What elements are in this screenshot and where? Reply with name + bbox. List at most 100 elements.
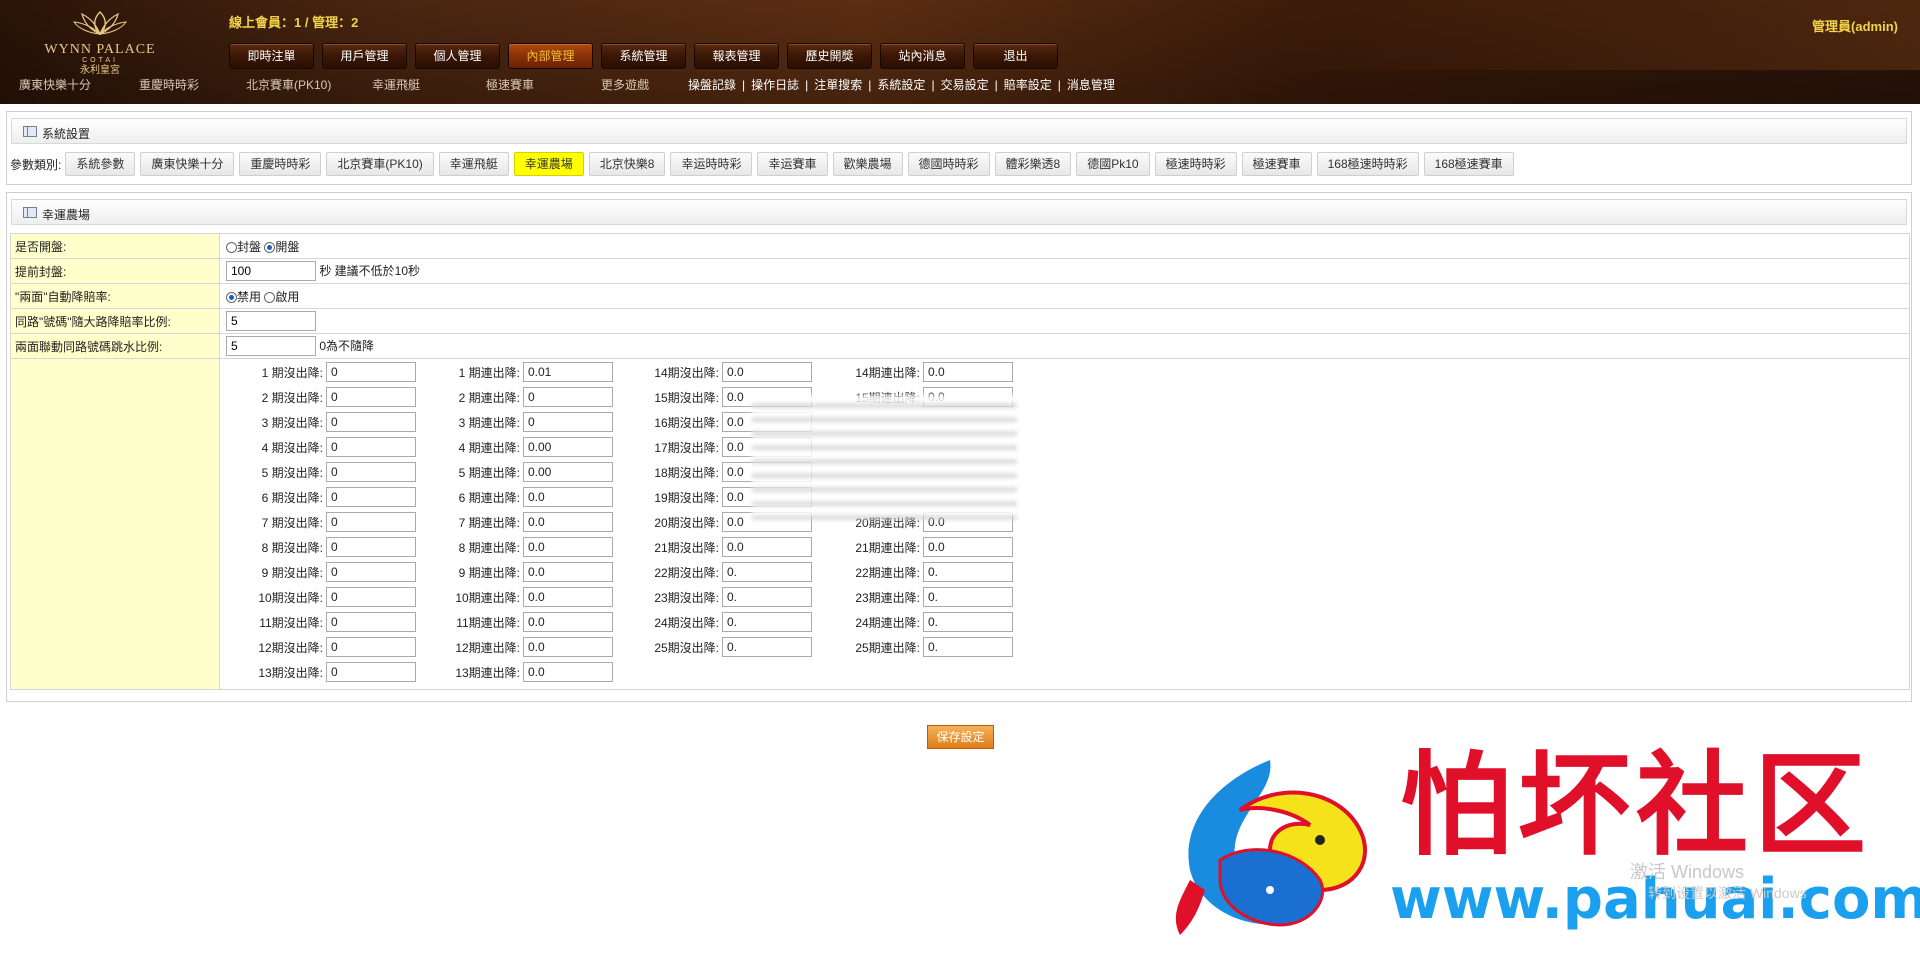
period-field-input[interactable]: 0.0 <box>523 637 613 657</box>
game-link-bj-pk10[interactable]: 北京賽車(PK10) <box>246 76 331 93</box>
period-field: 13期連出降: 0.0 <box>450 661 613 683</box>
period-field-input[interactable]: 0.0 <box>523 487 613 507</box>
param-button[interactable]: 幸運飛艇 <box>438 152 509 176</box>
period-field-input[interactable]: 0 <box>523 387 613 407</box>
period-field-input[interactable]: 0. <box>722 587 812 607</box>
period-field-input[interactable]: 0. <box>722 612 812 632</box>
param-button[interactable]: 廣東快樂十分 <box>140 152 235 176</box>
param-button-active[interactable]: 幸運農場 <box>513 152 584 176</box>
period-field-input[interactable]: 0. <box>722 562 812 582</box>
period-field-input[interactable]: 0.0 <box>523 587 613 607</box>
period-field-input[interactable]: 0 <box>326 612 416 632</box>
radio-disable[interactable] <box>226 291 237 303</box>
link-bet-search[interactable]: 注單搜索 <box>814 78 862 92</box>
nav-system-management[interactable]: 系統管理 <box>601 43 686 69</box>
param-button[interactable]: 德國Pk10 <box>1076 152 1150 176</box>
period-field-input[interactable]: 0.0 <box>722 537 812 557</box>
period-field-label: 9 期連出降: <box>458 565 520 580</box>
param-button[interactable]: 體彩樂透8 <box>994 152 1072 176</box>
period-field-input[interactable]: 0 <box>326 487 416 507</box>
fish-logo-icon <box>1175 760 1367 935</box>
period-field-label: 15期沒出降: <box>654 390 719 405</box>
period-field-input[interactable]: 0.0 <box>523 612 613 632</box>
param-button[interactable]: 重慶時時彩 <box>239 152 322 176</box>
period-field-input[interactable]: 0 <box>326 462 416 482</box>
linked-input[interactable] <box>226 336 316 356</box>
param-button[interactable]: 德國時時彩 <box>907 152 990 176</box>
early-close-label: 提前封盤: <box>10 258 220 284</box>
period-field: 2 期連出降: 0 <box>450 386 613 408</box>
param-button[interactable]: 168極速賽車 <box>1423 152 1514 176</box>
nav-draw-history[interactable]: 歷史開獎 <box>787 43 872 69</box>
period-field: 25期沒出降: 0. <box>649 636 812 658</box>
nav-logout[interactable]: 退出 <box>973 43 1058 69</box>
period-field-input[interactable]: 0 <box>326 362 416 382</box>
nav-report-management[interactable]: 報表管理 <box>694 43 779 69</box>
period-field-label: 21期沒出降: <box>654 540 719 555</box>
period-field-input[interactable]: 0.0 <box>523 662 613 682</box>
period-field: 1 期連出降: 0.01 <box>450 361 613 383</box>
period-field-input[interactable]: 0. <box>923 587 1013 607</box>
game-link-lucky-boat[interactable]: 幸運飛艇 <box>372 76 420 93</box>
nav-site-messages[interactable]: 站內消息 <box>880 43 965 69</box>
link-operation-log[interactable]: 操作日誌 <box>751 78 799 92</box>
nav-personal-management[interactable]: 個人管理 <box>415 43 500 69</box>
nav-live-bets[interactable]: 即時注單 <box>229 43 314 69</box>
period-field-input[interactable]: 0 <box>326 637 416 657</box>
period-field-input[interactable]: 0.0 <box>523 562 613 582</box>
period-field-input[interactable]: 0. <box>923 637 1013 657</box>
param-button[interactable]: 系統參數 <box>65 152 136 176</box>
period-field-input[interactable]: 0.01 <box>523 362 613 382</box>
period-field-label: 10期沒出降: <box>258 590 323 605</box>
period-field-input[interactable]: 0. <box>722 637 812 657</box>
period-field: 7 期沒出降: 0 <box>253 511 416 533</box>
period-field-label: 8 期連出降: <box>458 540 520 555</box>
param-button[interactable]: 極速賽車 <box>1241 152 1312 176</box>
period-field-input[interactable]: 0.0 <box>523 537 613 557</box>
period-field-input[interactable]: 0 <box>523 412 613 432</box>
game-link-cq-ssc[interactable]: 重慶時時彩 <box>139 76 199 93</box>
period-field-input[interactable]: 0 <box>326 412 416 432</box>
admin-user-label[interactable]: 管理員(admin) <box>1812 16 1898 35</box>
link-system-settings[interactable]: 系統設定 <box>877 78 925 92</box>
period-field-label: 22期沒出降: <box>654 565 719 580</box>
link-odds-settings[interactable]: 賠率設定 <box>1004 78 1052 92</box>
period-field-input[interactable]: 0.0 <box>523 512 613 532</box>
radio-open[interactable] <box>264 241 276 253</box>
period-field-input[interactable]: 0.00 <box>523 437 613 457</box>
game-link-more-games[interactable]: 更多遊戲 <box>601 76 649 93</box>
period-field-input[interactable]: 0 <box>326 387 416 407</box>
game-link-gd-klsf[interactable]: 廣東快樂十分 <box>19 76 91 93</box>
period-field-input[interactable]: 0.00 <box>523 462 613 482</box>
param-button[interactable]: 北京賽車(PK10) <box>326 152 434 176</box>
period-field-input[interactable]: 0.0 <box>722 362 812 382</box>
period-field-input[interactable]: 0. <box>923 562 1013 582</box>
period-field-input[interactable]: 0 <box>326 662 416 682</box>
period-field-input[interactable]: 0 <box>326 587 416 607</box>
ratio-input[interactable] <box>226 311 316 331</box>
param-button[interactable]: 幸运時時彩 <box>670 152 753 176</box>
period-field-input[interactable]: 0 <box>326 512 416 532</box>
param-button[interactable]: 168極速時時彩 <box>1316 152 1419 176</box>
radio-enable[interactable] <box>264 291 276 303</box>
game-link-speed-race[interactable]: 極速賽車 <box>486 76 534 93</box>
early-close-input[interactable] <box>226 261 316 281</box>
link-message-management[interactable]: 消息管理 <box>1067 78 1115 92</box>
link-operation-records[interactable]: 操盤記錄 <box>688 78 736 92</box>
param-button[interactable]: 極速時時彩 <box>1154 152 1237 176</box>
period-field-input[interactable]: 0.0 <box>923 362 1013 382</box>
param-button[interactable]: 北京快樂8 <box>588 152 666 176</box>
period-field-input[interactable]: 0 <box>326 537 416 557</box>
windows-activation-hint: 转到设置以激活 Windows <box>1648 885 1807 901</box>
radio-closed[interactable] <box>226 241 237 253</box>
save-settings-button[interactable]: 保存設定 <box>927 725 994 749</box>
period-field-input[interactable]: 0 <box>326 437 416 457</box>
period-field-input[interactable]: 0.0 <box>923 537 1013 557</box>
link-trade-settings[interactable]: 交易設定 <box>941 78 989 92</box>
period-field-input[interactable]: 0 <box>326 562 416 582</box>
nav-internal-management[interactable]: 內部管理 <box>508 43 593 69</box>
param-button[interactable]: 歡樂農場 <box>832 152 903 176</box>
period-field-input[interactable]: 0. <box>923 612 1013 632</box>
param-button[interactable]: 幸运賽車 <box>757 152 828 176</box>
nav-user-management[interactable]: 用戶管理 <box>322 43 407 69</box>
